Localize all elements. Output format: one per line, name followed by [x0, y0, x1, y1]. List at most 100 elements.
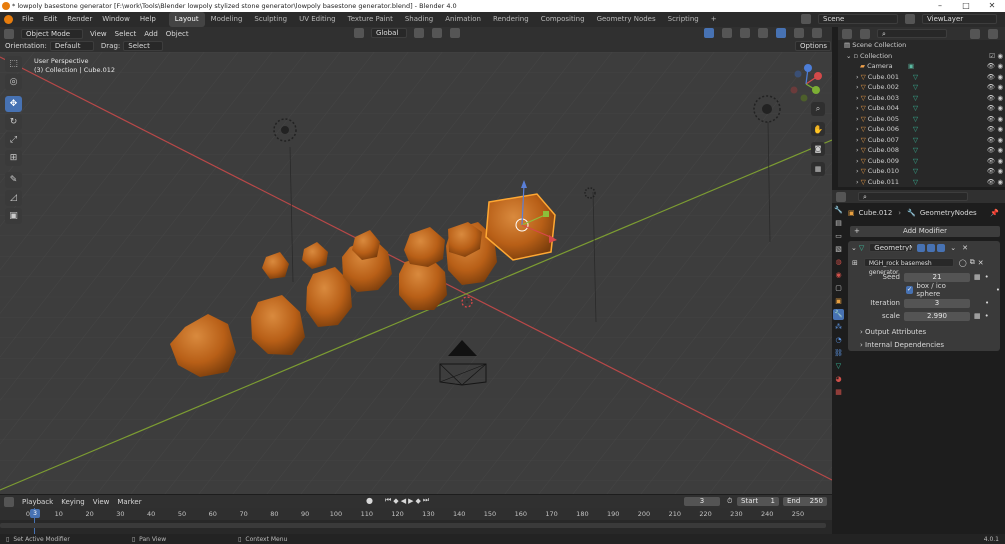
- play-reverse-icon[interactable]: ◀: [401, 497, 406, 505]
- play-icon[interactable]: ▶: [408, 497, 413, 505]
- outliner-row-camera[interactable]: ▰ Camera ▣ 👁 ◉: [838, 61, 1005, 72]
- chevron-down-icon[interactable]: ⌄: [851, 244, 857, 252]
- display-mode-icon[interactable]: [860, 28, 870, 39]
- close-icon[interactable]: ✕: [979, 0, 1005, 12]
- delete-modifier-icon[interactable]: ✕: [962, 244, 968, 252]
- stopwatch-icon[interactable]: ⏱: [727, 497, 732, 506]
- checkbox-icon[interactable]: ☑: [989, 51, 995, 62]
- scale-field[interactable]: 2.990: [904, 311, 970, 321]
- outliner-row-cube-008[interactable]: › ▽ Cube.008 ▽ 👁 ◉: [838, 145, 1005, 156]
- camera-view-icon[interactable]: ◙: [811, 142, 825, 156]
- timeline-ruler[interactable]: 0 10 20 30 40 50 60 70 80 90 100 110 120 130 140 150 160…: [0, 508, 832, 520]
- camera-render-icon[interactable]: ◉: [997, 156, 1003, 167]
- menu-view[interactable]: View: [86, 30, 111, 38]
- workspace-tab-animation[interactable]: Animation: [439, 12, 487, 27]
- particles-tab-icon[interactable]: ⁂: [833, 322, 844, 333]
- editor-type-icon[interactable]: [842, 28, 852, 39]
- add-workspace-button[interactable]: +: [705, 12, 723, 27]
- drag-selector[interactable]: Select Box: [123, 41, 164, 59]
- modifier-tab-icon[interactable]: 🔧: [833, 309, 844, 320]
- chevron-right-icon[interactable]: ›: [856, 94, 859, 102]
- render-tab-icon[interactable]: ▤: [833, 218, 844, 229]
- outliner-row-cube-010[interactable]: › ▽ Cube.010 ▽ 👁 ◉: [838, 166, 1005, 177]
- node-group-selector[interactable]: MGH_rock basemesh generator: [863, 258, 954, 276]
- proportional-editing-icon[interactable]: [450, 28, 460, 38]
- keyframe-dot-icon[interactable]: •: [985, 312, 989, 320]
- eye-icon[interactable]: 👁: [987, 156, 995, 167]
- playhead-frame-badge[interactable]: 3: [30, 509, 40, 518]
- chevron-right-icon[interactable]: ›: [856, 146, 859, 154]
- eye-icon[interactable]: 👁: [987, 114, 995, 125]
- constraints-tab-icon[interactable]: ⛓: [833, 348, 844, 359]
- move-icon[interactable]: ✥: [5, 96, 22, 112]
- chevron-right-icon[interactable]: ›: [856, 73, 859, 81]
- duplicate-icon[interactable]: ⧉: [970, 258, 975, 267]
- workspace-tab-texture-paint[interactable]: Texture Paint: [342, 12, 399, 27]
- minimize-icon[interactable]: –: [927, 0, 953, 12]
- chevron-right-icon[interactable]: ›: [856, 178, 859, 186]
- blender-menu-icon[interactable]: [4, 15, 13, 24]
- outliner-row-cube-003[interactable]: › ▽ Cube.003 ▽ 👁 ◉: [838, 93, 1005, 104]
- eye-icon[interactable]: 👁: [987, 103, 995, 114]
- workspace-tab-shading[interactable]: Shading: [399, 12, 439, 27]
- record-icon[interactable]: ●: [366, 496, 373, 505]
- workspace-tab-sculpting[interactable]: Sculpting: [248, 12, 293, 27]
- chevron-right-icon[interactable]: ›: [856, 104, 859, 112]
- menu-render[interactable]: Render: [62, 12, 97, 27]
- editor-type-icon[interactable]: [4, 496, 14, 507]
- jump-end-icon[interactable]: ⏭: [423, 496, 429, 505]
- unlink-icon[interactable]: ✕: [978, 259, 984, 267]
- jump-keyframe-back-icon[interactable]: ◆: [393, 497, 398, 505]
- scene-tab-icon[interactable]: ◍: [833, 257, 844, 268]
- navigation-gizmo[interactable]: [786, 64, 826, 104]
- scene-selector[interactable]: Scene: [818, 14, 898, 24]
- outliner-row-cube-011[interactable]: › ▽ Cube.011 ▽ 👁 ◉: [838, 177, 1005, 188]
- data-tab-icon[interactable]: ▽: [833, 361, 844, 372]
- menu-help[interactable]: Help: [135, 12, 161, 27]
- menu-select[interactable]: Select: [111, 30, 141, 38]
- outliner-row-cube-005[interactable]: › ▽ Cube.005 ▽ 👁 ◉: [838, 114, 1005, 125]
- outliner-search-input[interactable]: ⌕: [877, 29, 947, 38]
- outliner-row-scene-collection[interactable]: ▤ Scene Collection: [838, 40, 1005, 51]
- snap-icon[interactable]: [432, 28, 442, 38]
- menu-window[interactable]: Window: [97, 12, 135, 27]
- end-frame-field[interactable]: End 250: [783, 497, 827, 506]
- realtime-toggle-icon[interactable]: [927, 243, 936, 252]
- rendered-shading-icon[interactable]: [812, 28, 822, 38]
- workspace-tab-compositing[interactable]: Compositing: [535, 12, 591, 27]
- editor-type-icon[interactable]: [836, 191, 846, 202]
- jump-keyframe-forward-icon[interactable]: ◆: [415, 497, 420, 505]
- rotate-icon[interactable]: ↻: [5, 114, 22, 130]
- properties-search-input[interactable]: ⌕: [858, 192, 968, 201]
- modifier-name-field[interactable]: GeometryNo...: [869, 243, 914, 252]
- workspace-tab-scripting[interactable]: Scripting: [662, 12, 705, 27]
- orientation-selector[interactable]: Default: [49, 41, 94, 51]
- camera-render-icon[interactable]: ◉: [997, 114, 1003, 125]
- add-cube-icon[interactable]: ▣: [5, 208, 22, 224]
- dropdown-icon[interactable]: ⌄: [950, 244, 956, 252]
- eye-icon[interactable]: 👁: [987, 82, 995, 93]
- view-layer-tab-icon[interactable]: ▧: [833, 244, 844, 255]
- show-gizmo-icon[interactable]: [704, 28, 714, 38]
- camera-render-icon[interactable]: ◉: [997, 103, 1003, 114]
- camera-render-icon[interactable]: ◉: [997, 135, 1003, 146]
- texture-tab-icon[interactable]: ▦: [833, 387, 844, 398]
- chevron-right-icon[interactable]: ›: [856, 125, 859, 133]
- chevron-right-icon[interactable]: ›: [856, 136, 859, 144]
- editor-type-icon[interactable]: [4, 28, 14, 39]
- workspace-tab-rendering[interactable]: Rendering: [487, 12, 535, 27]
- eye-icon[interactable]: 👁: [987, 93, 995, 104]
- start-frame-field[interactable]: Start 1: [737, 497, 779, 506]
- eye-icon[interactable]: 👁: [987, 166, 995, 177]
- attribute-toggle-icon[interactable]: ▦: [974, 312, 981, 320]
- output-tab-icon[interactable]: ▭: [833, 231, 844, 242]
- camera-render-icon[interactable]: ◉: [997, 82, 1003, 93]
- 3d-viewport[interactable]: User Perspective (3) Collection | Cube.0…: [0, 52, 832, 494]
- xray-icon[interactable]: [740, 28, 750, 38]
- current-frame-field[interactable]: 3: [684, 497, 720, 506]
- workspace-tab-layout[interactable]: Layout: [168, 12, 205, 27]
- camera-render-icon[interactable]: ◉: [997, 124, 1003, 135]
- chevron-right-icon[interactable]: ›: [856, 157, 859, 165]
- options-dropdown[interactable]: Options: [795, 41, 831, 51]
- workspace-tab-geometry-nodes[interactable]: Geometry Nodes: [591, 12, 662, 27]
